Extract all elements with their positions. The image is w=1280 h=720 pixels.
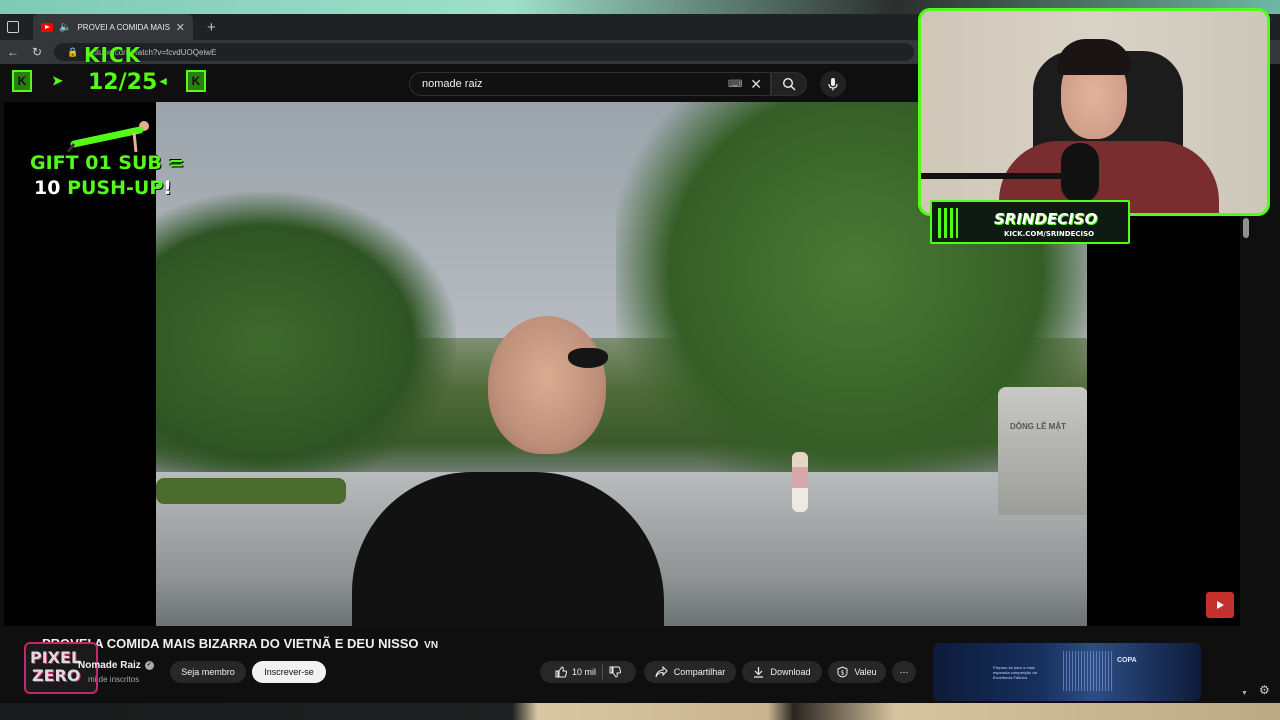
person-head xyxy=(488,316,606,454)
ad-brand: COPA xyxy=(1117,657,1137,664)
gift-line2-prefix: 10 xyxy=(34,177,68,199)
browser-tab[interactable]: 🔈 PROVEI A COMIDA MAIS BI ✕ xyxy=(33,14,193,40)
background-person xyxy=(792,452,808,512)
gift-text-line2: 10 PUSH-UP! xyxy=(34,177,172,199)
thumbs-up-icon xyxy=(555,666,567,678)
desktop-decoration-bottom xyxy=(0,703,1280,720)
name-plate-bars xyxy=(938,208,958,238)
youtube-favicon-icon xyxy=(41,22,53,32)
page-scrollbar[interactable] xyxy=(1243,218,1249,238)
tab-title: PROVEI A COMIDA MAIS BI xyxy=(77,22,170,32)
arrow-left-icon: ◂ xyxy=(160,73,167,88)
streamer-hair xyxy=(1057,39,1131,75)
download-label: Download xyxy=(770,667,811,677)
thumbs-down-icon[interactable] xyxy=(609,666,621,678)
stone-inscription: DÔNG LẼ MẶT xyxy=(1010,422,1066,431)
streamer-name-plate: SRINDECISO KICK.COM/SRINDECISO xyxy=(930,200,1130,244)
search-input[interactable]: nomade raiz ⌨ ✕ xyxy=(409,72,771,96)
like-button[interactable]: 10 mil xyxy=(555,666,596,678)
close-icon[interactable]: ✕ xyxy=(176,21,185,34)
logo-text-line2: ZERO xyxy=(32,666,81,685)
channel-name: Nomade Raiz xyxy=(78,660,141,671)
kick-icon: K xyxy=(12,70,32,92)
ad-banner[interactable]: Preparo-se para a mais esperada competiç… xyxy=(933,643,1201,701)
subscribe-button[interactable]: Inscrever-se xyxy=(252,661,326,683)
join-button[interactable]: Seja membro xyxy=(170,661,246,683)
youtube-watermark-icon[interactable] xyxy=(1206,592,1234,618)
channel-name-link[interactable]: Nomade Raiz ✓ xyxy=(78,660,154,671)
streamer-name: SRINDECISO xyxy=(994,210,1098,228)
like-dislike-group: 10 mil xyxy=(540,661,636,683)
like-count: 10 mil xyxy=(571,667,596,677)
logo-text-line1: PIXEL xyxy=(30,648,82,667)
share-arrow-icon xyxy=(655,666,668,678)
share-label: Compartilhar xyxy=(673,667,726,677)
gift-text-line1: GIFT 01 SUB = xyxy=(30,152,185,174)
arrow-right-icon: ➤ xyxy=(52,73,63,88)
verified-check-icon: ✓ xyxy=(144,661,154,670)
sunglasses xyxy=(568,348,608,368)
trees xyxy=(156,192,456,492)
video-title: PROVEI A COMIDA MAIS BIZARRA DO VIETNÃ E… xyxy=(42,636,438,651)
subscriber-count: mi de inscritos xyxy=(88,675,140,684)
new-tab-icon[interactable]: + xyxy=(207,19,216,36)
join-label: Seja membro xyxy=(181,667,235,677)
super-thanks-icon: $ xyxy=(837,666,848,678)
streamer-url: KICK.COM/SRINDECISO xyxy=(1004,230,1095,238)
search-icon xyxy=(782,77,796,91)
scroll-down-arrow-icon[interactable]: ▼ xyxy=(1241,690,1248,697)
svg-text:$: $ xyxy=(841,670,845,677)
video-title-text: PROVEI A COMIDA MAIS BIZARRA DO VIETNÃ E… xyxy=(42,636,419,651)
hedge xyxy=(156,478,346,504)
microphone xyxy=(1061,143,1099,203)
keyboard-icon[interactable]: ⌨ xyxy=(728,79,742,90)
subscribe-label: Inscrever-se xyxy=(264,667,314,677)
screen: 🔈 PROVEI A COMIDA MAIS BI ✕ + ← ↻ 🔒 outu… xyxy=(0,0,1280,720)
stone-monument xyxy=(998,387,1087,515)
pushup-figure-icon xyxy=(66,121,149,153)
kick-logo: KICK xyxy=(84,43,142,67)
mic-arm xyxy=(921,173,1061,179)
ad-graphic xyxy=(1063,651,1113,691)
more-actions-button[interactable]: ⋯ xyxy=(892,661,916,683)
gift-line2-suffix: ! xyxy=(163,177,172,199)
webcam-overlay xyxy=(918,8,1270,216)
share-button[interactable]: Compartilhar xyxy=(644,661,736,683)
search-button[interactable] xyxy=(771,72,807,96)
download-button[interactable]: Download xyxy=(742,661,822,683)
gift-line2-accent: PUSH-UP xyxy=(67,177,164,199)
goal-counter: 12/25 xyxy=(88,70,158,95)
gear-icon[interactable]: ⚙ xyxy=(1259,683,1270,697)
thanks-button[interactable]: $ Valeu xyxy=(828,661,886,683)
search-query: nomade raiz xyxy=(422,78,483,90)
thanks-label: Valeu xyxy=(854,667,877,677)
window-menu-icon[interactable] xyxy=(7,21,19,33)
speaker-icon[interactable]: 🔈 xyxy=(59,22,71,33)
clear-search-icon[interactable]: ✕ xyxy=(750,76,762,93)
divider xyxy=(602,665,603,679)
download-icon xyxy=(754,667,764,678)
microphone-icon xyxy=(828,78,838,91)
voice-search-button[interactable] xyxy=(820,71,846,97)
video-title-suffix: VN xyxy=(424,640,439,651)
kick-icon: K xyxy=(186,70,206,92)
kick-goal-overlay: K ➤ KICK 12/25 ◂ K xyxy=(10,40,210,102)
more-icon: ⋯ xyxy=(899,666,909,677)
ad-text: Preparo-se para a mais esperada competiç… xyxy=(993,665,1037,680)
